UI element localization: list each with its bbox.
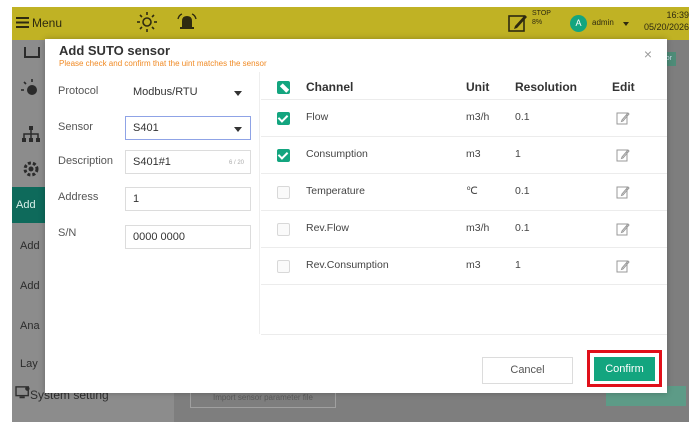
row-divider (261, 284, 667, 285)
address-label: Address (58, 191, 99, 203)
select-all-checkbox[interactable] (277, 81, 290, 94)
avatar-letter: A (575, 18, 582, 28)
form-table-divider (259, 72, 260, 334)
row-checkbox[interactable] (277, 149, 290, 162)
description-value: S401#1 (133, 156, 171, 168)
resolution-cell: 0.1 (515, 222, 530, 234)
top-bar: Menu STOP 8% A admin 16:39 05/20/2026 (12, 7, 689, 40)
unit-cell: m3 (466, 148, 481, 160)
row-checkbox[interactable] (277, 186, 290, 199)
clock-time: 16:39 (666, 10, 689, 20)
network-icon (22, 126, 40, 142)
sn-value: 0000 0000 (133, 231, 185, 243)
channel-header: Channel (306, 80, 354, 94)
edit-icon[interactable] (616, 259, 630, 273)
close-icon[interactable]: × (641, 47, 655, 61)
chevron-down-icon (234, 91, 242, 96)
table-bottom-divider (261, 334, 667, 335)
unit-header: Unit (466, 80, 490, 94)
table-row: Rev.Flow m3/h 0.1 (261, 211, 667, 247)
sensor-value: S401 (133, 122, 159, 134)
light-icon (21, 79, 37, 95)
datetime: 16:39 05/20/2026 (637, 9, 689, 33)
edit-icon[interactable] (616, 185, 630, 199)
channel-cell: Rev.Consumption (306, 259, 389, 271)
edit-icon[interactable] (616, 222, 630, 236)
chevron-down-icon (234, 127, 242, 132)
row-checkbox[interactable] (277, 223, 290, 236)
sidebar-item-label: Lay (20, 358, 38, 370)
chevron-down-icon (623, 22, 629, 26)
sun-icon[interactable] (136, 11, 158, 33)
table-row: Consumption m3 1 (261, 137, 667, 173)
resolution-header: Resolution (515, 80, 577, 94)
resolution-cell: 0.1 (515, 111, 530, 123)
window-icon (24, 47, 40, 58)
description-input[interactable]: S401#1 6 / 20 (125, 150, 251, 174)
settings-gear-icon (23, 161, 39, 177)
hamburger-icon (16, 17, 29, 28)
cancel-label: Cancel (510, 364, 545, 376)
stop-value: 8% (532, 19, 543, 26)
description-counter: 6 / 20 (228, 160, 244, 166)
sidebar-item-add-3[interactable]: Add (12, 269, 46, 303)
description-label: Description (58, 155, 114, 167)
row-checkbox[interactable] (277, 112, 290, 125)
resolution-cell: 1 (515, 259, 521, 271)
menu-button[interactable]: Menu (16, 14, 76, 32)
channel-cell: Temperature (306, 185, 365, 197)
address-input[interactable]: 1 (125, 187, 251, 211)
clock-date: 05/20/2026 (643, 22, 689, 32)
sidebar-item-layout[interactable]: Lay (12, 347, 46, 381)
unit-cell: m3/h (466, 111, 490, 123)
add-sensor-dialog: Add SUTO sensor Please check and confirm… (45, 39, 667, 393)
user-menu[interactable]: A admin (570, 14, 634, 34)
alarm-bell-icon[interactable] (176, 11, 198, 33)
address-value: 1 (133, 193, 140, 205)
import-button-label: Import sensor parameter file (212, 393, 314, 402)
user-name: admin (592, 18, 614, 27)
dialog-title: Add SUTO sensor (59, 43, 171, 58)
unit-cell: m3/h (466, 222, 490, 234)
sidebar-item-add-1[interactable]: Add (12, 187, 46, 223)
sidebar-item-analysis[interactable]: Ana (12, 309, 46, 343)
channel-cell: Consumption (306, 148, 368, 160)
stop-label: STOP (532, 10, 551, 17)
unit-cell: m3 (466, 259, 481, 271)
protocol-select[interactable]: Modbus/RTU (125, 80, 251, 104)
sidebar-item-label: Add (16, 199, 36, 211)
sensor-select[interactable]: S401 (125, 116, 251, 140)
sidebar-item-label: Add (20, 280, 40, 292)
resolution-cell: 1 (515, 148, 521, 160)
screen: Menu STOP 8% A admin 16:39 05/20/2026 so… (0, 0, 689, 422)
sidebar-item-add-2[interactable]: Add (12, 229, 46, 263)
table-row: Rev.Consumption m3 1 (261, 248, 667, 284)
avatar: A (570, 15, 587, 32)
edit-header: Edit (612, 80, 635, 94)
edit-note-icon[interactable] (507, 12, 529, 34)
row-checkbox[interactable] (277, 260, 290, 273)
edit-icon[interactable] (616, 148, 630, 162)
table-row: Flow m3/h 0.1 (261, 100, 667, 136)
unit-cell: ℃ (466, 185, 478, 197)
channel-cell: Rev.Flow (306, 222, 349, 234)
sidebar-item-label: Add (20, 240, 40, 252)
confirm-button[interactable]: Confirm (594, 357, 655, 381)
menu-label: Menu (32, 16, 63, 30)
edit-icon[interactable] (616, 111, 630, 125)
cancel-button[interactable]: Cancel (482, 357, 573, 384)
sensor-label: Sensor (58, 121, 93, 133)
protocol-label: Protocol (58, 85, 99, 97)
resolution-cell: 0.1 (515, 185, 530, 197)
sidebar-item-label: Ana (20, 320, 40, 332)
confirm-label: Confirm (605, 363, 644, 375)
channel-cell: Flow (306, 111, 329, 123)
sn-input[interactable]: 0000 0000 (125, 225, 251, 249)
protocol-value: Modbus/RTU (133, 86, 198, 98)
dialog-subtitle: Please check and confirm that the uint m… (59, 59, 267, 68)
sn-label: S/N (58, 227, 77, 239)
stop-indicator: STOP 8% (532, 9, 551, 27)
table-row: Temperature ℃ 0.1 (261, 174, 667, 210)
